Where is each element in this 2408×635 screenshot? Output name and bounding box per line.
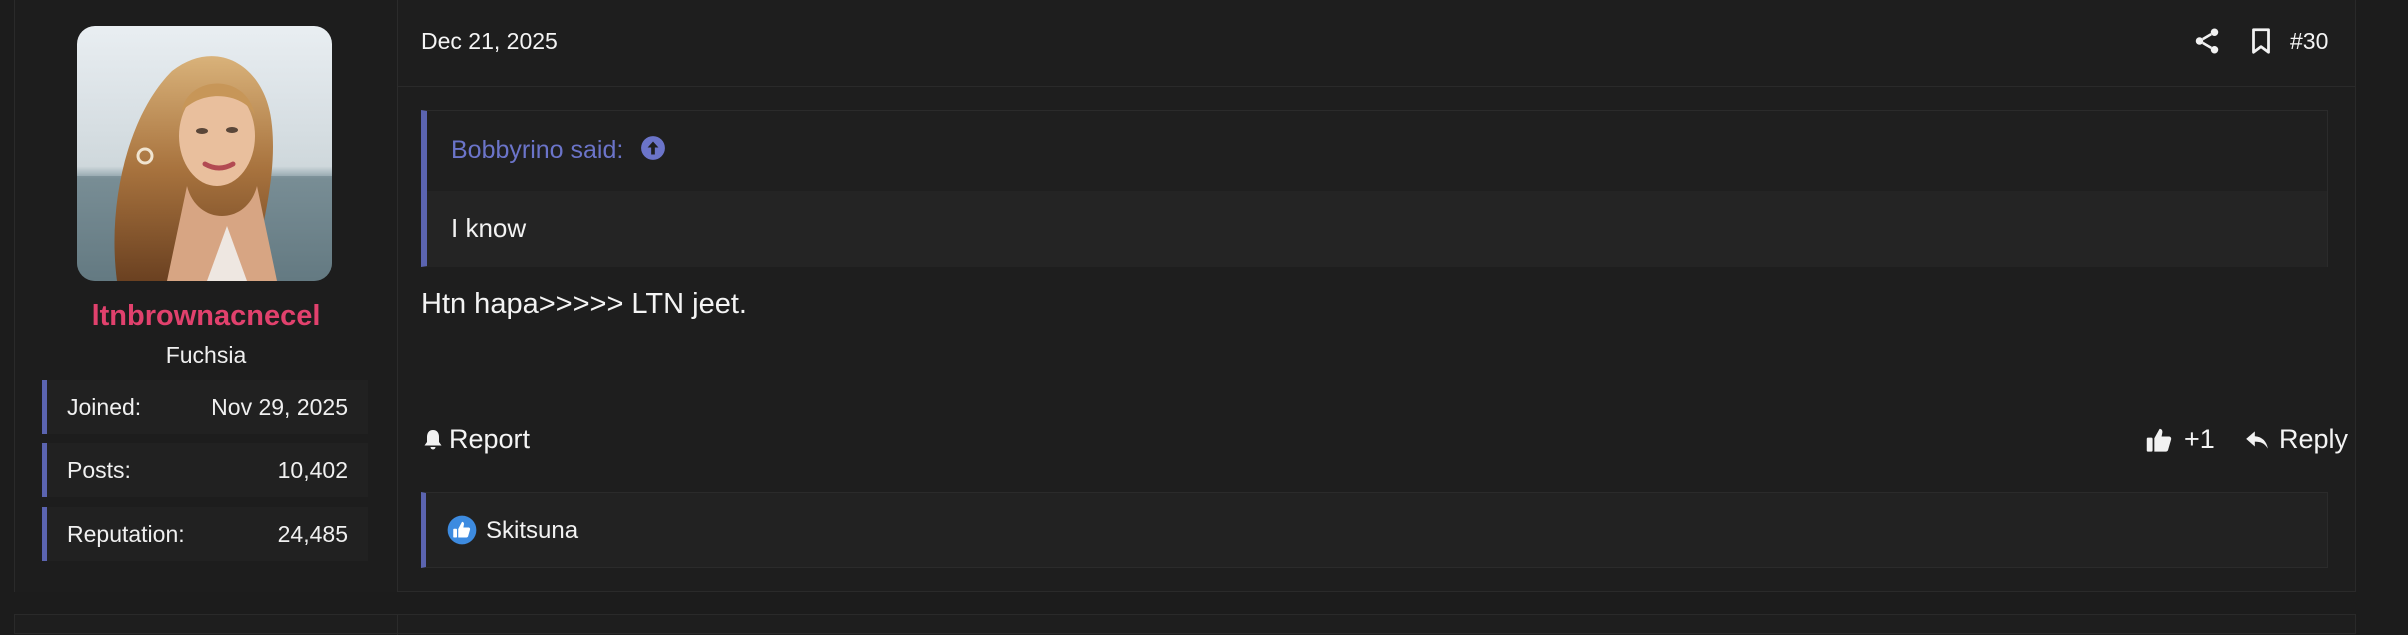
report-label: Report — [449, 424, 531, 454]
post-content: Dec 21, 2025 #30 Bobbyrino said: I know … — [398, 0, 2355, 592]
reply-label: Reply — [2279, 424, 2349, 454]
quote-block: Bobbyrino said: I know — [421, 110, 2328, 267]
next-post — [14, 614, 2356, 635]
post: ltnbrownacnecel Fuchsia Joined: Nov 29, … — [14, 0, 2356, 592]
stat-value: 24,485 — [277, 521, 348, 547]
stat-label: Posts: — [67, 457, 131, 483]
share-icon[interactable] — [2192, 26, 2222, 56]
stat-value: Nov 29, 2025 — [211, 394, 348, 420]
reactions-bar: Skitsuna — [421, 492, 2328, 568]
bookmark-icon[interactable] — [2246, 26, 2276, 56]
quote-content: I know — [427, 191, 2327, 267]
quote-text: I know — [451, 213, 527, 243]
stat-value: 10,402 — [277, 457, 348, 483]
stat-label: Reputation: — [67, 521, 185, 547]
thumbs-up-icon — [2146, 428, 2172, 452]
stat-label: Joined: — [67, 394, 142, 420]
post-message: Htn hapa>>>>> LTN jeet. — [421, 288, 747, 320]
quote-author[interactable]: Bobbyrino said: — [451, 136, 623, 164]
avatar[interactable] — [77, 26, 332, 281]
like-button[interactable]: +1 — [2144, 424, 2215, 455]
post-author-panel: ltnbrownacnecel Fuchsia Joined: Nov 29, … — [15, 0, 398, 592]
user-title: Fuchsia — [165, 342, 247, 368]
post-header: Dec 21, 2025 #30 — [398, 0, 2355, 87]
post-number[interactable]: #30 — [2290, 28, 2328, 55]
like-count: +1 — [2184, 424, 2215, 454]
divider — [397, 615, 398, 635]
bell-icon — [424, 429, 442, 449]
stat-reputation: Reputation: 24,485 — [42, 507, 368, 561]
stat-posts: Posts: 10,402 — [42, 443, 368, 497]
arrow-up-circle-icon[interactable] — [640, 135, 666, 168]
like-reaction-icon — [447, 515, 477, 545]
reply-button[interactable]: Reply — [2243, 424, 2348, 455]
reaction-users[interactable]: Skitsuna — [486, 517, 578, 545]
stat-joined: Joined: Nov 29, 2025 — [42, 380, 368, 434]
quote-attribution[interactable]: Bobbyrino said: — [451, 135, 666, 168]
reply-icon — [2246, 430, 2268, 449]
username[interactable]: ltnbrownacnecel — [15, 300, 397, 333]
post-date[interactable]: Dec 21, 2025 — [421, 28, 558, 55]
report-button[interactable]: Report — [421, 424, 530, 455]
avatar-image — [77, 26, 332, 281]
